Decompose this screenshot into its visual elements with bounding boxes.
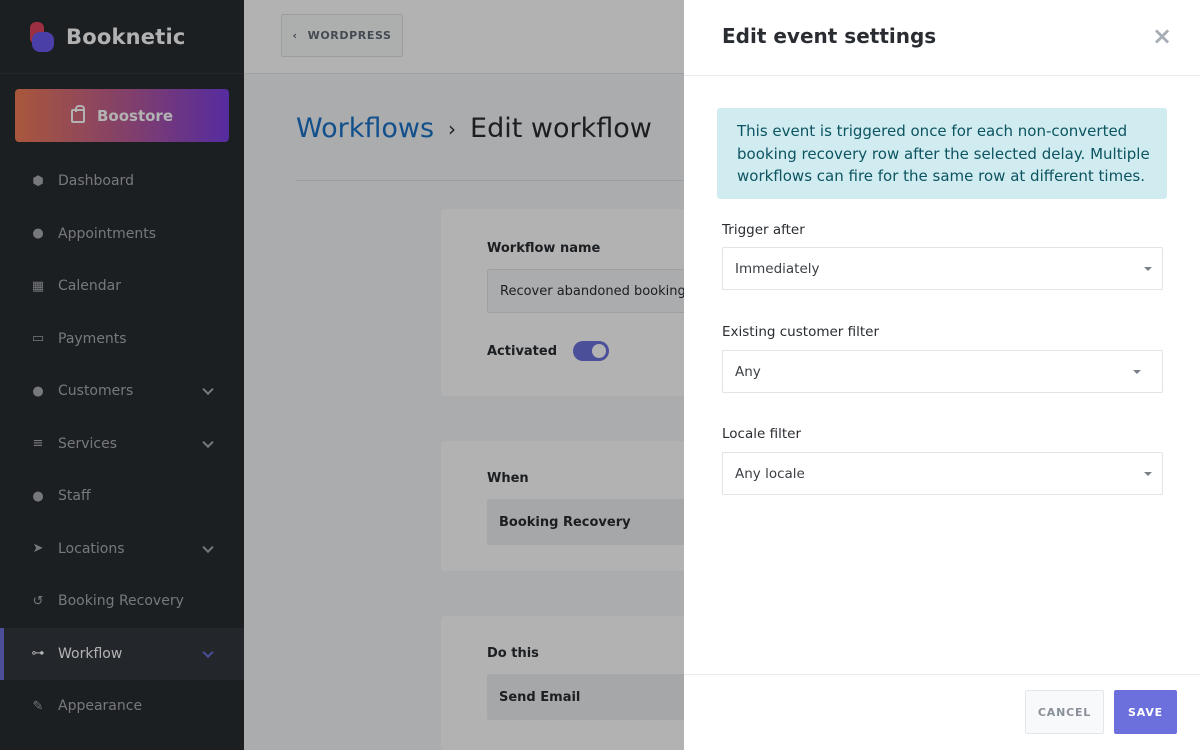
trigger-after-value: Immediately bbox=[735, 260, 820, 277]
caret-down-icon bbox=[1144, 267, 1152, 271]
trigger-after-select[interactable]: Immediately bbox=[722, 247, 1163, 290]
edit-event-settings-drawer: Edit event settings × This event is trig… bbox=[684, 0, 1200, 750]
caret-down-icon bbox=[1144, 472, 1152, 476]
trigger-after-label: Trigger after bbox=[722, 222, 805, 238]
close-icon[interactable]: × bbox=[1150, 22, 1174, 50]
locale-filter-label: Locale filter bbox=[722, 426, 801, 442]
drawer-footer: CANCEL SAVE bbox=[684, 674, 1200, 750]
save-button[interactable]: SAVE bbox=[1114, 690, 1177, 734]
locale-filter-select[interactable]: Any locale bbox=[722, 452, 1163, 495]
cancel-button[interactable]: CANCEL bbox=[1025, 690, 1104, 734]
caret-down-icon bbox=[1133, 370, 1141, 374]
drawer-title: Edit event settings bbox=[722, 24, 937, 48]
customer-filter-label: Existing customer filter bbox=[722, 324, 880, 340]
customer-filter-select[interactable]: Any bbox=[722, 350, 1163, 393]
locale-filter-value: Any locale bbox=[735, 465, 805, 482]
drawer-header: Edit event settings × bbox=[684, 0, 1200, 76]
customer-filter-value: Any bbox=[735, 363, 761, 380]
info-alert: This event is triggered once for each no… bbox=[717, 108, 1167, 199]
modal-backdrop[interactable] bbox=[0, 0, 684, 750]
